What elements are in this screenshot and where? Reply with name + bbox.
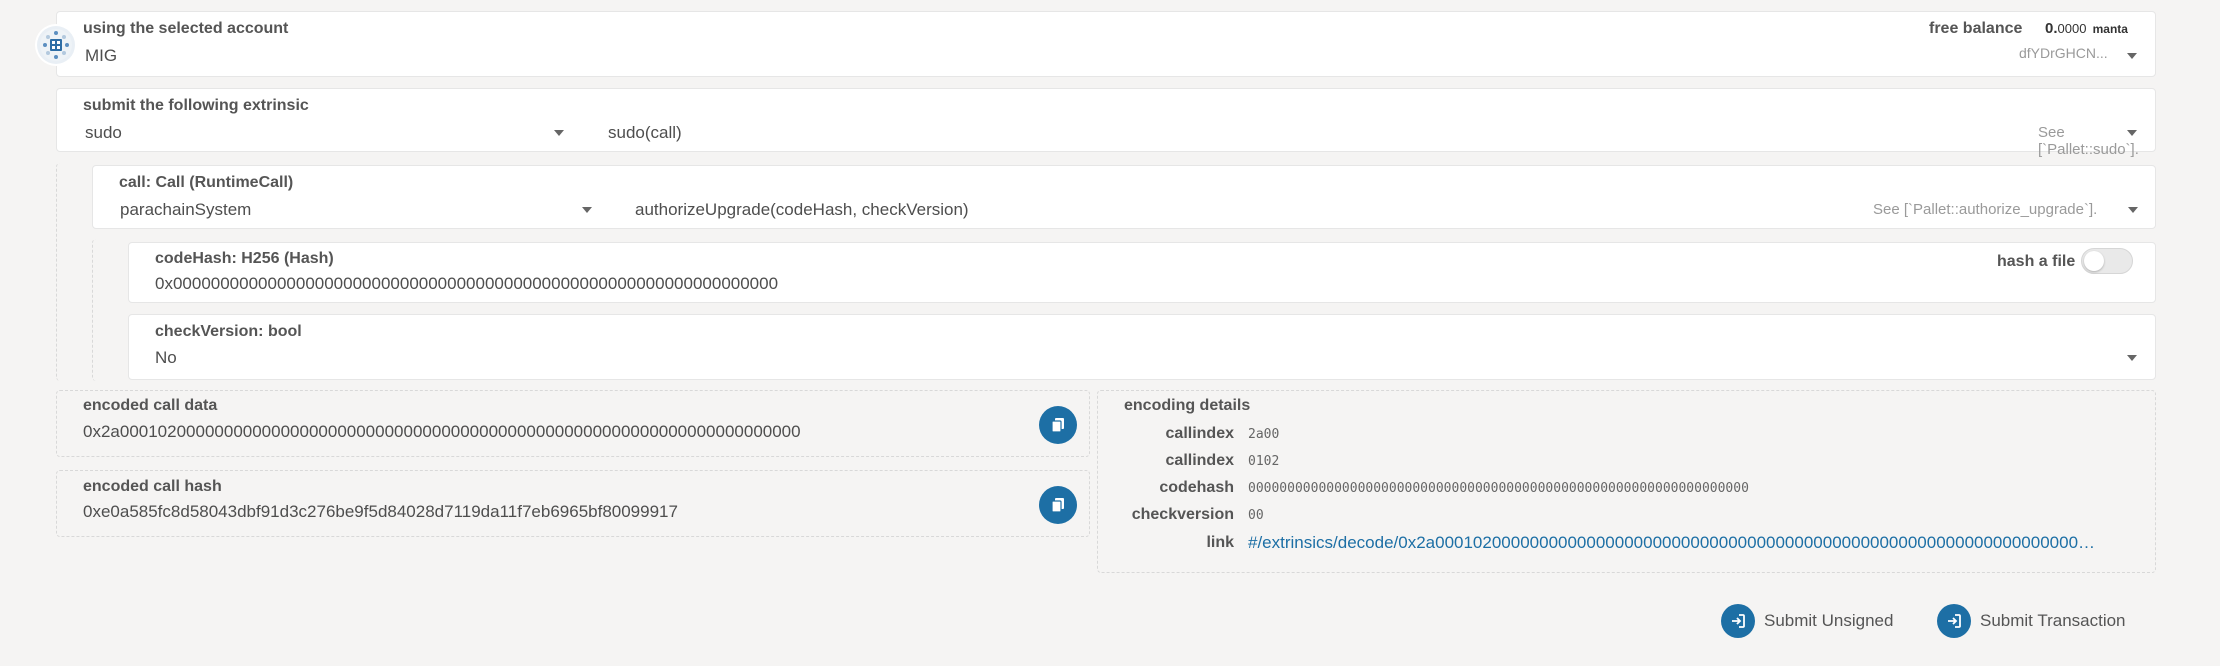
submit-transaction-button[interactable]: Submit Transaction (1937, 604, 2126, 638)
detail-value: 0102 (1248, 453, 1280, 469)
code-hash-label: codeHash: H256 (Hash) (155, 250, 334, 267)
copy-icon (1051, 418, 1064, 433)
account-name: MIG (85, 46, 118, 65)
account-selector[interactable]: using the selected account MIG free bala… (56, 11, 2156, 77)
detail-key: link (1206, 534, 1234, 551)
extrinsic-doc-hint: See [`Pallet::sudo`]. (2038, 124, 2139, 158)
extrinsic-method-value: sudo(call) (608, 123, 682, 142)
call-selector: call: Call (RuntimeCall) parachainSystem… (92, 165, 2156, 229)
submit-unsigned-label: Submit Unsigned (1764, 611, 1894, 630)
encoded-call-data-value: 0x2a000102000000000000000000000000000000… (83, 422, 801, 441)
decode-link[interactable]: #/extrinsics/decode/0x2a0001020000000000… (1248, 533, 2104, 553)
check-version-field[interactable]: checkVersion: bool No (128, 314, 2156, 380)
extrinsic-pallet-value: sudo (85, 123, 122, 142)
detail-row-checkversion: checkversion 00 (1098, 506, 1264, 524)
code-hash-field[interactable]: codeHash: H256 (Hash) 0x0000000000000000… (128, 242, 2156, 303)
check-version-label: checkVersion: bool (155, 323, 302, 340)
sign-in-icon (1721, 604, 1755, 638)
detail-key: checkversion (1131, 506, 1234, 523)
detail-row-codehash: codehash 0000000000000000000000000000000… (1098, 479, 1749, 497)
encoded-call-data-panel: encoded call data 0x2a000102000000000000… (56, 390, 1090, 457)
encoding-details-label: encoding details (1124, 397, 1251, 414)
encoded-call-hash-panel: encoded call hash 0xe0a585fc8d58043dbf91… (56, 470, 1090, 537)
sign-in-icon (1937, 604, 1971, 638)
detail-key: callindex (1165, 452, 1234, 469)
detail-value: 2a00 (1248, 426, 1280, 442)
detail-value: 0000000000000000000000000000000000000000… (1248, 480, 1749, 496)
hash-file-label: hash a file (1997, 253, 2076, 270)
code-hash-input[interactable]: 0x00000000000000000000000000000000000000… (155, 274, 778, 294)
encoded-call-hash-value: 0xe0a585fc8d58043dbf91d3c276be9f5d84028d… (83, 502, 678, 521)
check-version-value: No (155, 348, 177, 367)
detail-row-callindex-1: callindex 2a00 (1098, 425, 1280, 443)
chevron-down-icon (2127, 130, 2137, 136)
hash-file-toggle[interactable] (2081, 248, 2133, 274)
submit-transaction-label: Submit Transaction (1980, 611, 2126, 630)
call-pallet-dropdown[interactable]: parachainSystem (93, 190, 613, 228)
encoded-call-data-label: encoded call data (83, 397, 218, 414)
call-pallet-value: parachainSystem (120, 200, 252, 219)
encoding-details-panel: encoding details callindex 2a00 callinde… (1097, 390, 2156, 573)
avatar (37, 26, 75, 64)
detail-row-link: link #/extrinsics/decode/0x2a00010200000… (1098, 533, 2104, 553)
copy-icon (1051, 498, 1064, 513)
chevron-down-icon (2127, 355, 2137, 361)
detail-key: codehash (1159, 479, 1234, 496)
chevron-down-icon (582, 207, 592, 213)
free-balance-label: free balance (1929, 20, 2023, 37)
copy-call-data-button[interactable] (1039, 406, 1077, 444)
detail-key: callindex (1165, 425, 1234, 442)
detail-row-callindex-2: callindex 0102 (1098, 452, 1280, 470)
detail-value: 00 (1248, 507, 1264, 523)
chevron-down-icon (2128, 207, 2138, 213)
call-method-value: authorizeUpgrade(codeHash, checkVersion) (635, 200, 969, 219)
call-doc-hint: See [`Pallet::authorize_upgrade`]. (1873, 201, 2098, 218)
copy-call-hash-button[interactable] (1039, 486, 1077, 524)
encoded-call-hash-label: encoded call hash (83, 478, 222, 495)
call-method-dropdown[interactable]: authorizeUpgrade(codeHash, checkVersion)… (623, 190, 2157, 228)
chevron-down-icon[interactable] (2127, 53, 2137, 59)
submit-unsigned-button[interactable]: Submit Unsigned (1721, 604, 1893, 638)
extrinsic-method-dropdown[interactable]: sudo(call) See [`Pallet::sudo`]. (597, 113, 2157, 158)
chevron-down-icon (554, 130, 564, 136)
free-balance-value: 0.0000 manta (2045, 20, 2128, 37)
extrinsic-pallet-dropdown[interactable]: sudo (57, 113, 577, 151)
extrinsic-selector: submit the following extrinsic sudo sudo… (56, 88, 2157, 158)
account-address: dfYDrGHCN... (2019, 45, 2108, 61)
account-label: using the selected account (83, 20, 289, 37)
